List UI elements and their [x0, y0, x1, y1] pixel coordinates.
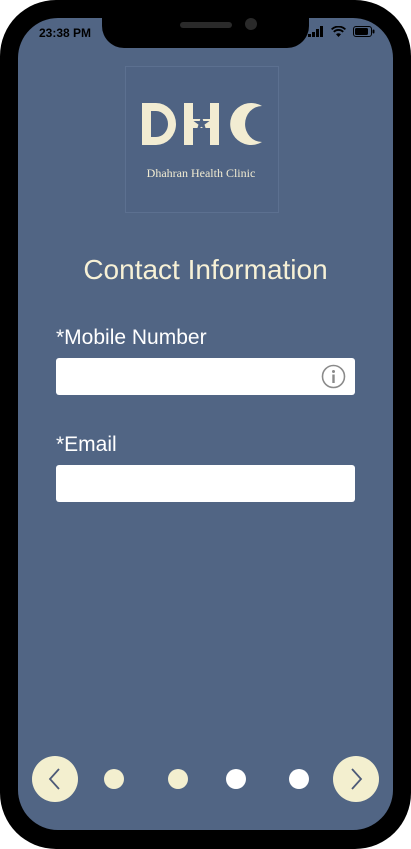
app-screen: 23:38 PM Dhahran Health Clinic Contact I…	[18, 18, 393, 830]
speaker-grille	[180, 22, 232, 28]
battery-icon	[353, 26, 375, 37]
chevron-right-icon	[351, 768, 363, 790]
phone-notch	[102, 18, 309, 48]
signal-bars-icon	[308, 26, 323, 37]
clinic-logo-mark	[142, 103, 262, 145]
email-input[interactable]	[56, 465, 355, 502]
previous-step-button[interactable]	[32, 756, 78, 802]
step-indicator-1-active	[104, 769, 124, 789]
phone-frame: 23:38 PM Dhahran Health Clinic Contact I…	[0, 0, 411, 849]
front-camera	[245, 18, 257, 30]
step-indicator-2-active	[168, 769, 188, 789]
email-label: *Email	[56, 433, 117, 456]
next-step-button[interactable]	[333, 756, 379, 802]
clinic-logo: Dhahran Health Clinic	[125, 66, 279, 213]
wifi-icon	[331, 26, 346, 37]
step-indicator-4	[289, 769, 309, 789]
mobile-number-label: *Mobile Number	[56, 326, 207, 349]
page-title: Contact Information	[83, 254, 328, 285]
status-time: 23:38 PM	[39, 26, 92, 40]
mobile-number-input[interactable]	[56, 358, 355, 395]
step-indicator-3	[226, 769, 246, 789]
info-circle-icon[interactable]	[321, 364, 346, 389]
clinic-name: Dhahran Health Clinic	[146, 166, 256, 180]
chevron-left-icon	[48, 768, 60, 790]
status-icons	[308, 26, 375, 37]
email-field-wrap	[56, 465, 355, 502]
mobile-number-field-wrap	[56, 358, 355, 395]
